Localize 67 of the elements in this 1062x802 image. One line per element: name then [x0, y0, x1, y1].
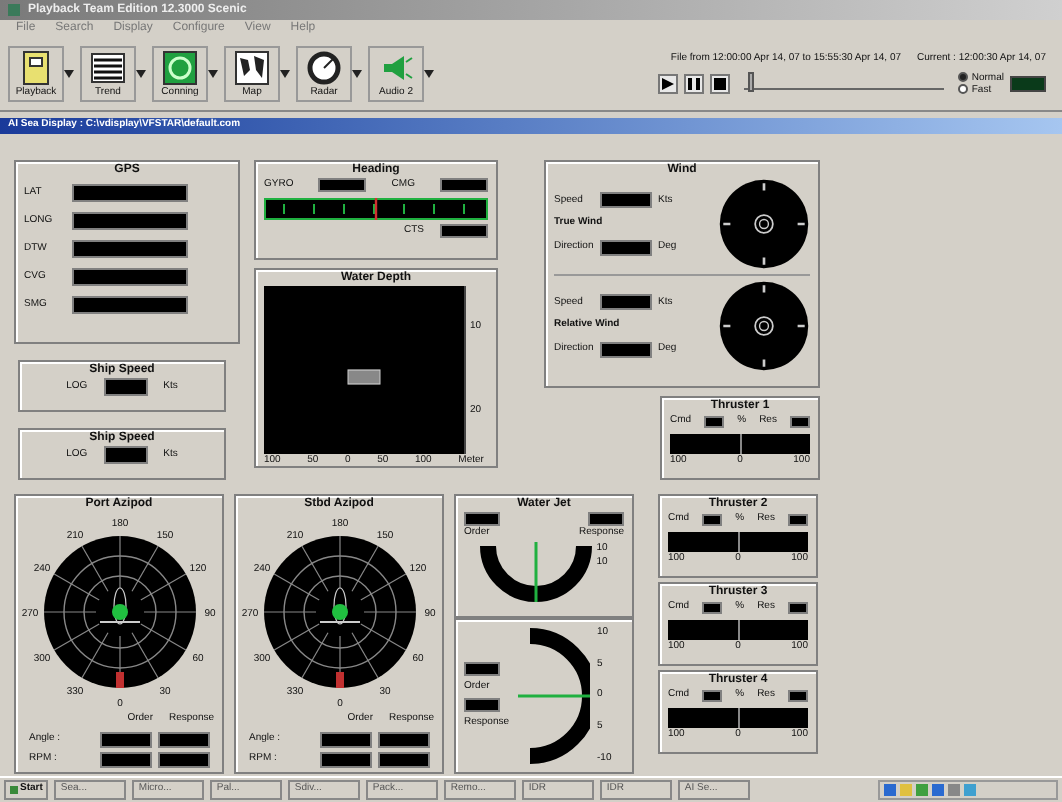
speaker-icon [378, 50, 414, 86]
windows-logo-icon [10, 786, 18, 794]
document-icon [18, 50, 54, 86]
value-display [72, 212, 188, 230]
value-display [787, 689, 808, 702]
value-display [464, 698, 500, 712]
value-display [600, 294, 652, 311]
value-display [787, 601, 808, 614]
stop-button[interactable] [709, 73, 730, 94]
value-display [319, 751, 371, 767]
value-display [600, 341, 652, 358]
value-display [377, 751, 429, 767]
value-display [704, 415, 725, 428]
play-icon [661, 77, 674, 90]
value-display [600, 239, 652, 256]
value-display [319, 731, 371, 747]
value-display [789, 415, 810, 428]
value-display [72, 240, 188, 258]
radio-button[interactable] [957, 84, 968, 95]
thruster-bar [668, 531, 808, 551]
caret-icon[interactable] [208, 70, 218, 78]
value-display [702, 601, 723, 614]
value-display [72, 296, 188, 314]
thruster-bar [668, 707, 808, 727]
wind-dial [718, 280, 810, 372]
value-display [440, 223, 488, 238]
caret-icon[interactable] [136, 70, 146, 78]
wind-dial [718, 178, 810, 270]
slider-thumb[interactable] [747, 71, 754, 92]
value-display [377, 731, 429, 747]
water-jet-gauge [517, 628, 590, 764]
app-icon [8, 4, 20, 16]
value-display [464, 512, 500, 526]
stop-icon [713, 77, 726, 90]
value-display [103, 446, 148, 464]
value-display [440, 178, 488, 193]
play-button[interactable] [657, 73, 678, 94]
pause-button[interactable] [683, 73, 704, 94]
value-display [103, 378, 148, 396]
caret-icon[interactable] [280, 70, 290, 78]
value-display [600, 192, 652, 209]
value-display [157, 731, 209, 747]
value-display [72, 268, 188, 286]
water-jet-gauge [480, 541, 593, 601]
map-icon [234, 50, 270, 86]
radar-icon [306, 50, 342, 86]
value-display [318, 178, 367, 193]
value-display [72, 184, 188, 202]
pause-icon [687, 77, 700, 90]
trend-icon [90, 50, 126, 86]
value-display [588, 512, 624, 526]
value-display [99, 751, 151, 767]
caret-icon[interactable] [424, 70, 434, 78]
value-display [787, 513, 808, 526]
value-display [702, 689, 723, 702]
speed-display [1010, 75, 1046, 92]
value-display [99, 731, 151, 747]
caret-icon[interactable] [352, 70, 362, 78]
value-display [464, 661, 500, 675]
thruster-bar [670, 433, 810, 453]
conning-icon [162, 50, 198, 86]
timeline-slider[interactable] [743, 77, 944, 90]
thruster-bar [668, 619, 808, 639]
value-display [157, 751, 209, 767]
value-display [702, 513, 723, 526]
caret-icon[interactable] [64, 70, 74, 78]
radio-button[interactable] [957, 72, 968, 83]
